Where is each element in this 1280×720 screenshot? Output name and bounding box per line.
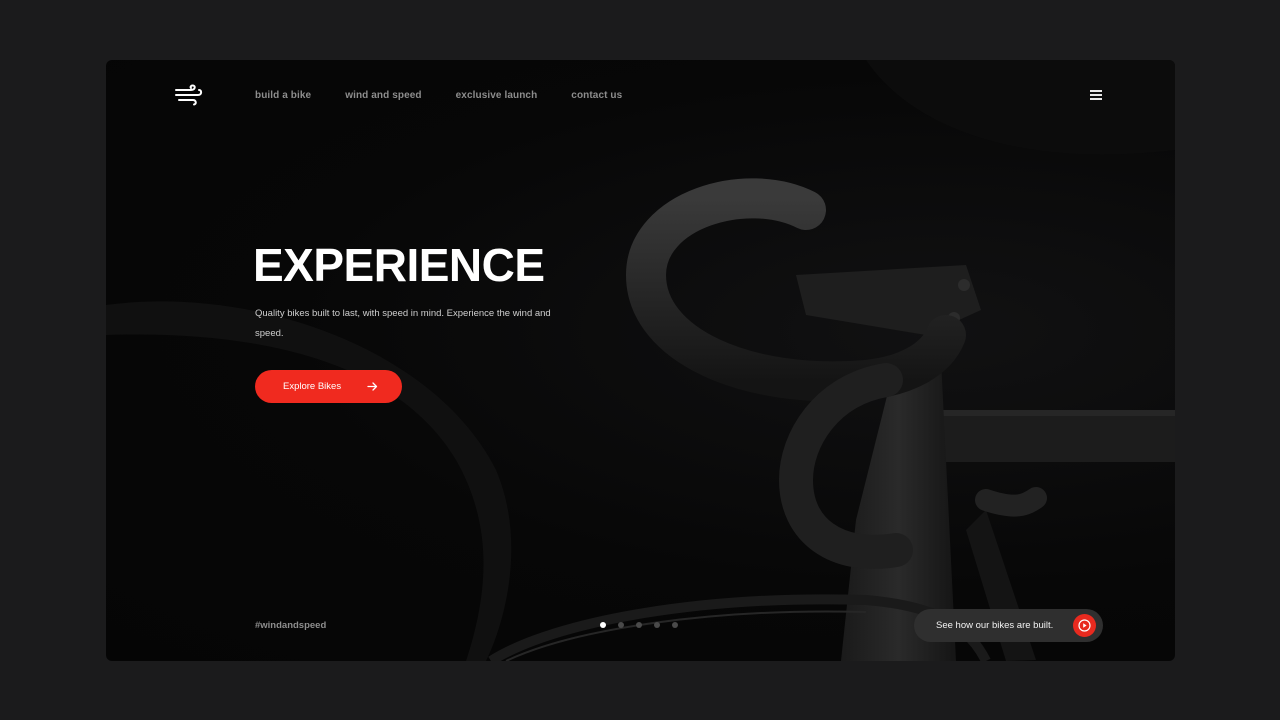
nav-link-wind-and-speed[interactable]: wind and speed bbox=[345, 90, 421, 101]
slide-dot-3[interactable] bbox=[636, 622, 642, 628]
menu-line bbox=[1090, 90, 1102, 92]
slide-indicators bbox=[600, 622, 678, 628]
wind-logo-icon[interactable] bbox=[174, 84, 204, 106]
play-icon bbox=[1078, 619, 1091, 632]
nav-link-contact-us[interactable]: contact us bbox=[571, 90, 622, 101]
slide-dot-5[interactable] bbox=[672, 622, 678, 628]
explore-bikes-label: Explore Bikes bbox=[283, 381, 342, 392]
explore-bikes-button[interactable]: Explore Bikes bbox=[255, 370, 402, 403]
menu-line bbox=[1090, 98, 1102, 100]
slide-dot-4[interactable] bbox=[654, 622, 660, 628]
hashtag-text: #windandspeed bbox=[255, 620, 327, 631]
watch-video-label: See how our bikes are built. bbox=[936, 620, 1054, 631]
hamburger-menu-icon[interactable] bbox=[1090, 90, 1102, 100]
hero-frame: build a bike wind and speed exclusive la… bbox=[106, 60, 1175, 661]
slide-dot-1[interactable] bbox=[600, 622, 606, 628]
nav-link-exclusive-launch[interactable]: exclusive launch bbox=[456, 90, 538, 101]
hero-title: EXPERIENCE bbox=[253, 239, 545, 291]
arrow-right-icon bbox=[367, 382, 378, 391]
hero-description: Quality bikes built to last, with speed … bbox=[255, 308, 551, 339]
main-nav: build a bike wind and speed exclusive la… bbox=[255, 90, 656, 101]
play-button[interactable] bbox=[1073, 614, 1096, 637]
bike-handlebar-image bbox=[106, 60, 1175, 661]
menu-line bbox=[1090, 94, 1102, 96]
watch-video-button[interactable]: See how our bikes are built. bbox=[914, 609, 1103, 642]
nav-link-build-a-bike[interactable]: build a bike bbox=[255, 90, 311, 101]
slide-dot-2[interactable] bbox=[618, 622, 624, 628]
